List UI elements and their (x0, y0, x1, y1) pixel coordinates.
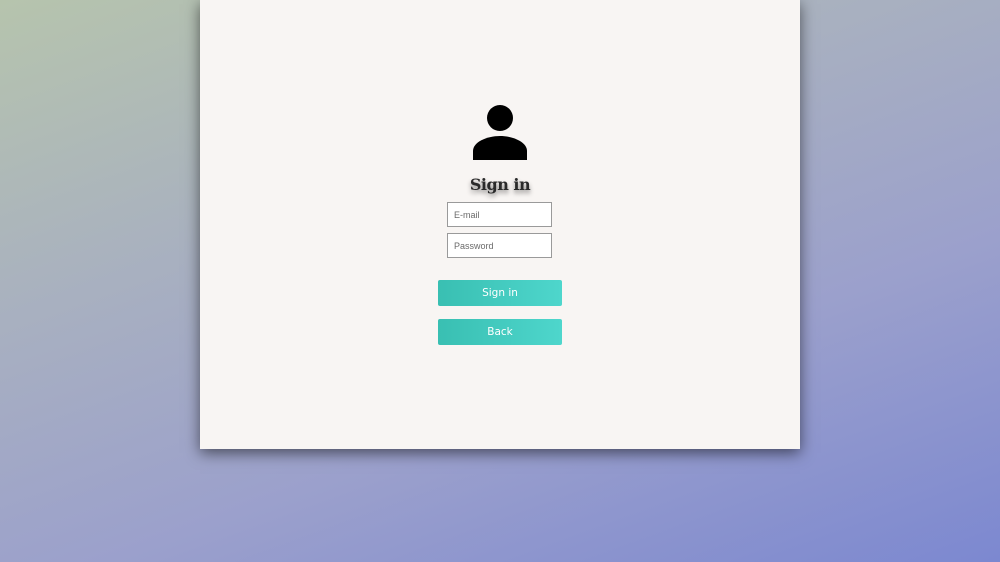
email-field[interactable] (447, 202, 552, 227)
login-card: Sign in Sign in Back (200, 0, 800, 449)
sign-in-button[interactable]: Sign in (438, 280, 562, 306)
back-button[interactable]: Back (438, 319, 562, 345)
page-title: Sign in (469, 175, 531, 194)
user-icon (473, 105, 527, 160)
password-field[interactable] (447, 233, 552, 258)
